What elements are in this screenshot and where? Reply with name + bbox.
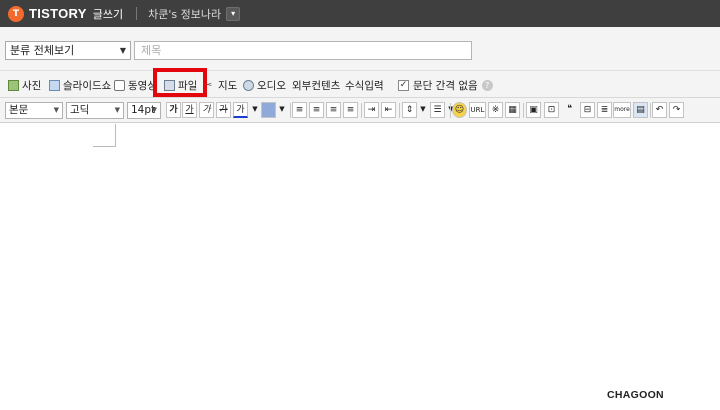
html-icon[interactable]: ▤: [633, 102, 648, 118]
align-left-button[interactable]: ≡: [292, 102, 307, 118]
quote-box-icon[interactable]: ⊡: [544, 102, 559, 118]
top-bar: T TISTORY 글쓰기 차쿤's 정보나라 ▾: [0, 0, 720, 27]
more-button[interactable]: more: [613, 102, 631, 118]
slideshow-label: 슬라이드쇼: [63, 79, 112, 92]
category-select[interactable]: 분류 전체보기 ▼: [5, 41, 131, 60]
quote-button[interactable]: ❝: [562, 102, 577, 118]
redo-button[interactable]: ↷: [669, 102, 684, 118]
line-height-dropdown-icon[interactable]: ▼: [418, 102, 428, 118]
background-color-button[interactable]: [261, 102, 276, 118]
map-button[interactable]: ✂ 지도: [204, 78, 237, 92]
video-icon: [114, 79, 125, 91]
horizontal-line-icon[interactable]: ⊟: [580, 102, 595, 118]
photo-icon: [8, 79, 19, 91]
text-cursor-corner: [93, 124, 116, 147]
outdent-button[interactable]: ⇤: [381, 102, 396, 118]
page-break-icon[interactable]: ≣: [597, 102, 612, 118]
divider: [399, 103, 400, 118]
external-content-button[interactable]: 외부컨텐츠: [292, 78, 340, 92]
indent-button[interactable]: ⇥: [364, 102, 379, 118]
table-icon[interactable]: ▦: [505, 102, 520, 118]
formula-label: 수식입력: [345, 79, 384, 92]
tistory-logo-text[interactable]: TISTORY: [29, 6, 87, 21]
line-height-button[interactable]: ⇕: [402, 102, 417, 118]
align-right-button[interactable]: ≡: [326, 102, 341, 118]
background-color-dropdown-icon[interactable]: ▼: [277, 102, 287, 118]
chevron-down-icon: ▼: [151, 106, 157, 114]
checkbox-checked-icon[interactable]: ✓: [398, 79, 409, 91]
editor-area[interactable]: [0, 123, 720, 410]
chevron-down-icon: ▼: [114, 106, 120, 114]
blog-dropdown-button[interactable]: ▾: [226, 6, 241, 21]
align-center-button[interactable]: ≡: [309, 102, 324, 118]
format-toolbar: 본문 ▼ 고딕 ▼ 14pt ▼ 가 가 가 가 가 ▼ ▼ ≡ ≡ ≡ ≡ ⇥…: [0, 98, 720, 123]
paragraph-style-label: 본문: [9, 104, 29, 116]
post-header-row: 분류 전체보기 ▼: [0, 27, 720, 71]
emoticon-icon[interactable]: ☺: [452, 102, 467, 118]
highlight-box: [153, 68, 207, 97]
chevron-down-icon: ▼: [119, 46, 126, 55]
text-color-dropdown-icon[interactable]: ▼: [250, 102, 260, 118]
page-title: 글쓰기: [92, 7, 124, 21]
font-size-select[interactable]: 14pt ▼: [127, 102, 161, 119]
font-family-select[interactable]: 고딕 ▼: [66, 102, 124, 119]
link-button[interactable]: URL: [469, 102, 486, 118]
divider: [136, 7, 138, 20]
audio-icon: [243, 79, 254, 91]
tistory-logo-icon[interactable]: T: [8, 5, 24, 22]
paragraph-style-select[interactable]: 본문 ▼: [5, 102, 63, 119]
photo-label: 사진: [22, 79, 42, 92]
strikethrough-button[interactable]: 가: [216, 102, 231, 118]
underline-button[interactable]: 가: [182, 102, 197, 118]
text-color-button[interactable]: 가: [233, 102, 248, 118]
title-input[interactable]: [134, 41, 472, 60]
attachment-toolbar: 사진 슬라이드쇼 동영상 파일 ✂ 지도 오디오 외부컨텐츠 수식입력 ✓ 문단…: [0, 71, 720, 98]
divider: [450, 103, 451, 118]
audio-button[interactable]: 오디오: [243, 78, 286, 92]
video-button[interactable]: 동영상: [114, 78, 157, 92]
reference-button[interactable]: ※: [488, 102, 503, 118]
external-content-label: 외부컨텐츠: [292, 79, 341, 92]
undo-button[interactable]: ↶: [652, 102, 667, 118]
bold-button[interactable]: 가: [166, 102, 181, 118]
divider: [361, 103, 362, 118]
watermark: CHAGOON: [607, 389, 664, 401]
italic-button[interactable]: 가: [199, 102, 214, 118]
no-paragraph-spacing-toggle[interactable]: ✓ 문단 간격 없음 ?: [398, 78, 493, 92]
help-icon[interactable]: ?: [481, 79, 493, 91]
box-icon[interactable]: ▣: [526, 102, 541, 118]
font-family-label: 고딕: [70, 104, 90, 116]
formula-button[interactable]: 수식입력: [345, 78, 384, 92]
category-selected-label: 분류 전체보기: [10, 44, 75, 57]
divider: [650, 103, 651, 118]
slideshow-icon: [49, 79, 60, 91]
divider: [523, 103, 524, 118]
photo-button[interactable]: 사진: [8, 78, 41, 92]
blog-name: 차쿤's 정보나라: [148, 7, 222, 21]
chevron-down-icon: ▼: [53, 106, 59, 114]
audio-label: 오디오: [257, 79, 286, 92]
no-paragraph-spacing-label: 문단 간격 없음: [413, 79, 478, 92]
slideshow-button[interactable]: 슬라이드쇼: [49, 78, 111, 92]
list-button[interactable]: ☰: [430, 102, 445, 118]
divider: [290, 103, 291, 118]
map-label: 지도: [218, 79, 238, 92]
align-justify-button[interactable]: ≡: [343, 102, 358, 118]
